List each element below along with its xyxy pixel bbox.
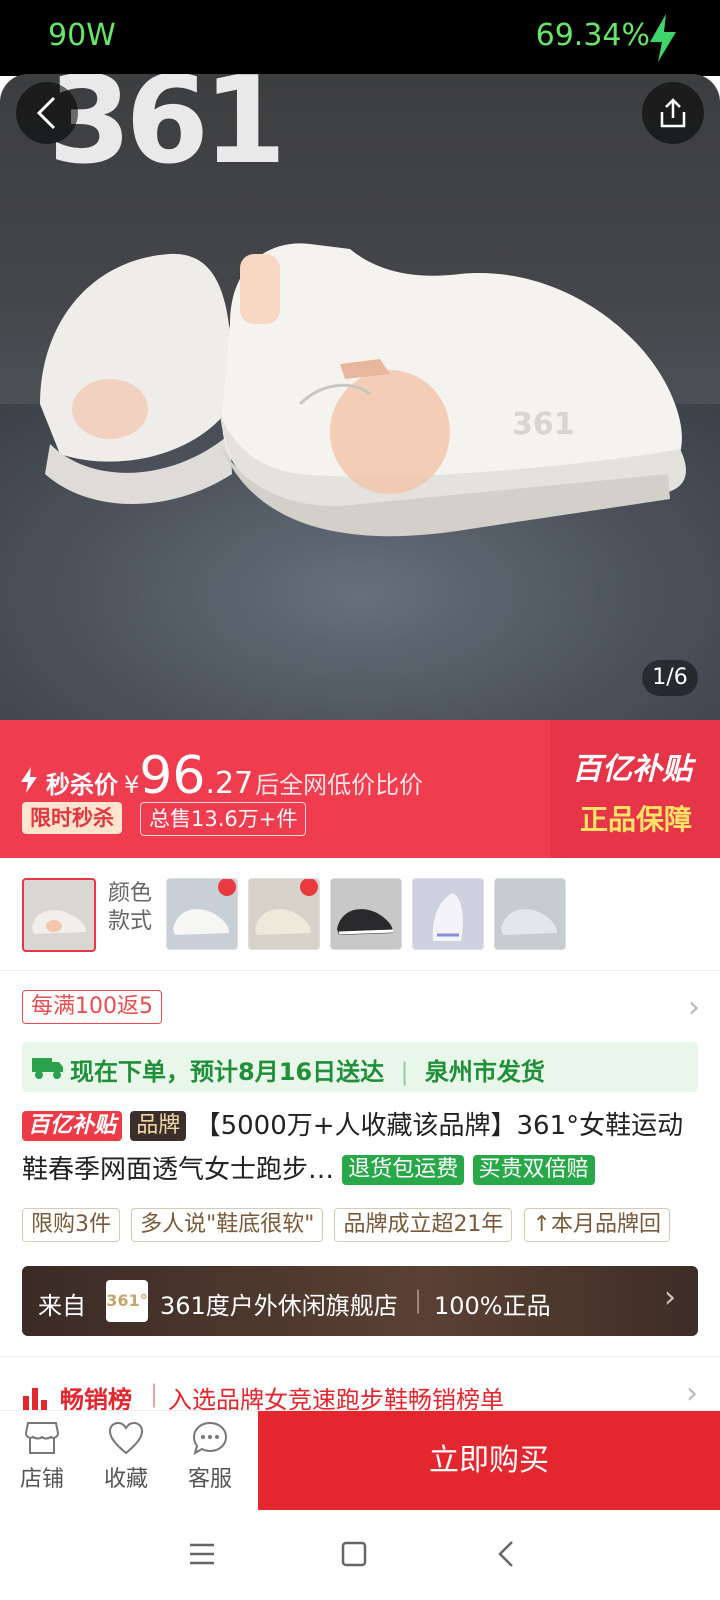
subsidy-panel: 百亿补贴 正品保障 [550, 720, 720, 858]
color-thumbnail[interactable] [248, 878, 320, 950]
color-thumbnail[interactable] [412, 878, 484, 950]
bestseller-separator: | [150, 1380, 159, 1408]
price-label: 秒杀价 [46, 771, 118, 799]
store-bar[interactable]: 来自 361° 361度户外休闲旗舰店 | 100%正品 › [22, 1266, 698, 1336]
color-label-line2: 款式 [108, 909, 153, 934]
purchase-limit-tag: 限购3件 [22, 1208, 120, 1242]
buy-now-button[interactable]: 立即购买 [258, 1411, 720, 1511]
divider [0, 1356, 720, 1357]
bar-chart-icon [23, 1388, 47, 1410]
review-tag: 多人说"鞋底很软" [131, 1208, 324, 1242]
chat-bubble-icon [192, 1421, 228, 1456]
color-thumbnail[interactable] [166, 878, 238, 950]
bottom-action-bar: 店铺 收藏 客服 立即购买 [0, 1410, 720, 1511]
service-label: 客服 [187, 1467, 232, 1492]
divider [0, 970, 720, 971]
product-title-block: 百亿补贴 品牌 【5000万+人收藏该品牌】361°女鞋运动鞋春季网面透气女士跑… [22, 1104, 698, 1192]
authentic-guarantee: 正品保障 [579, 803, 692, 836]
shop-button[interactable]: 店铺 [12, 1421, 72, 1493]
shoe-thumbnail-icon [32, 910, 86, 934]
brand-age-tag: 品牌成立超21年 [334, 1208, 513, 1242]
store-from-label: 来自 [38, 1292, 86, 1320]
truck-icon [32, 1058, 63, 1079]
shoe-thumbnail-icon [501, 909, 557, 935]
color-selector: 颜色 款式 [22, 878, 702, 952]
delivery-text: 现在下单，预计8月16日送达 | 泉州市发货 [70, 1052, 545, 1087]
subsidy-title: 百亿补贴 [572, 752, 692, 787]
subsidy-badge: 百亿补贴 [22, 1111, 123, 1141]
system-navigation-bar [0, 1510, 720, 1600]
delivery-origin: 泉州市发货 [424, 1058, 545, 1086]
flash-sale-tag: 限时秒杀 [22, 802, 122, 834]
color-thumbnail[interactable] [330, 878, 402, 950]
store-separator: | [414, 1286, 423, 1314]
favorite-button[interactable]: 收藏 [96, 1421, 156, 1493]
chevron-left-icon [36, 96, 56, 130]
back-button[interactable] [16, 82, 78, 144]
menu-icon[interactable] [188, 1542, 216, 1566]
store-icon [24, 1422, 60, 1454]
share-button[interactable] [642, 82, 704, 144]
price-note: 后全网低价比价 [255, 771, 424, 799]
shoe-illustration: 361 [40, 243, 686, 537]
share-icon [660, 98, 686, 128]
customer-service-button[interactable]: 客服 [180, 1421, 240, 1493]
price-integer: 96 [139, 746, 206, 806]
return-shipping-badge: 退货包运费 [342, 1155, 465, 1185]
monthly-brand-tag: ↑本月品牌回 [523, 1208, 670, 1242]
monthly-brand-tag-label: 本月品牌回 [550, 1212, 661, 1237]
charging-power: 90W [48, 18, 116, 53]
shoe-thumbnail-icon [432, 893, 463, 941]
chevron-right-icon: › [664, 1280, 676, 1315]
store-name: 361度户外休闲旗舰店 [160, 1292, 398, 1320]
shoe-thumbnail-icon [255, 879, 318, 935]
product-tags: 限购3件 多人说"鞋底很软" 品牌成立超21年 ↑本月品牌回 [22, 1208, 676, 1242]
heart-icon [108, 1421, 144, 1455]
delivery-separator: | [400, 1058, 409, 1086]
price-decimal: .27 [205, 766, 254, 801]
chevron-right-icon[interactable]: › [688, 990, 700, 1025]
color-thumbnail-selected[interactable] [22, 878, 96, 952]
store-logo: 361° [106, 1280, 148, 1322]
status-bar: 90W 69.34% [0, 0, 720, 76]
charging-bolt-icon [650, 14, 676, 62]
back-nav-icon[interactable] [496, 1540, 516, 1568]
currency-symbol: ¥ [124, 771, 140, 799]
lightning-icon [21, 767, 37, 793]
store-authentic: 100%正品 [434, 1292, 551, 1320]
chevron-right-icon: › [686, 1376, 698, 1411]
battery-percent: 69.34% [535, 18, 650, 53]
color-thumbnail[interactable] [494, 878, 566, 950]
price-banner: 秒杀价 ¥ 96 .27 后全网低价比价 限时秒杀 总售13.6万+件 百亿补贴… [0, 720, 720, 858]
rebate-coupon[interactable]: 每满100返5 [22, 990, 162, 1024]
color-label-line1: 颜色 [108, 881, 153, 906]
delivery-info: 现在下单，预计8月16日送达 | 泉州市发货 [22, 1042, 698, 1092]
svg-text:361: 361 [512, 407, 575, 442]
delivery-estimate: 现在下单，预计8月16日送达 [70, 1058, 385, 1086]
total-sold-tag: 总售13.6万+件 [140, 802, 307, 836]
brand-badge: 品牌 [130, 1111, 187, 1141]
arrow-up-icon: ↑ [532, 1212, 551, 1237]
color-style-label: 颜色 款式 [108, 880, 152, 936]
price-line: 秒杀价 ¥ 96 .27 后全网低价比价 [20, 750, 423, 802]
home-icon[interactable] [340, 1540, 368, 1568]
image-counter: 1/6 [642, 660, 698, 696]
price-guarantee-badge: 买贵双倍赔 [472, 1155, 595, 1185]
shoe-thumbnail-icon [173, 879, 236, 935]
product-image-carousel[interactable]: 361 361 1/6 [0, 74, 720, 720]
shoe-thumbnail-icon [337, 909, 394, 935]
shop-label: 店铺 [19, 1467, 64, 1492]
favorite-label: 收藏 [103, 1467, 148, 1492]
